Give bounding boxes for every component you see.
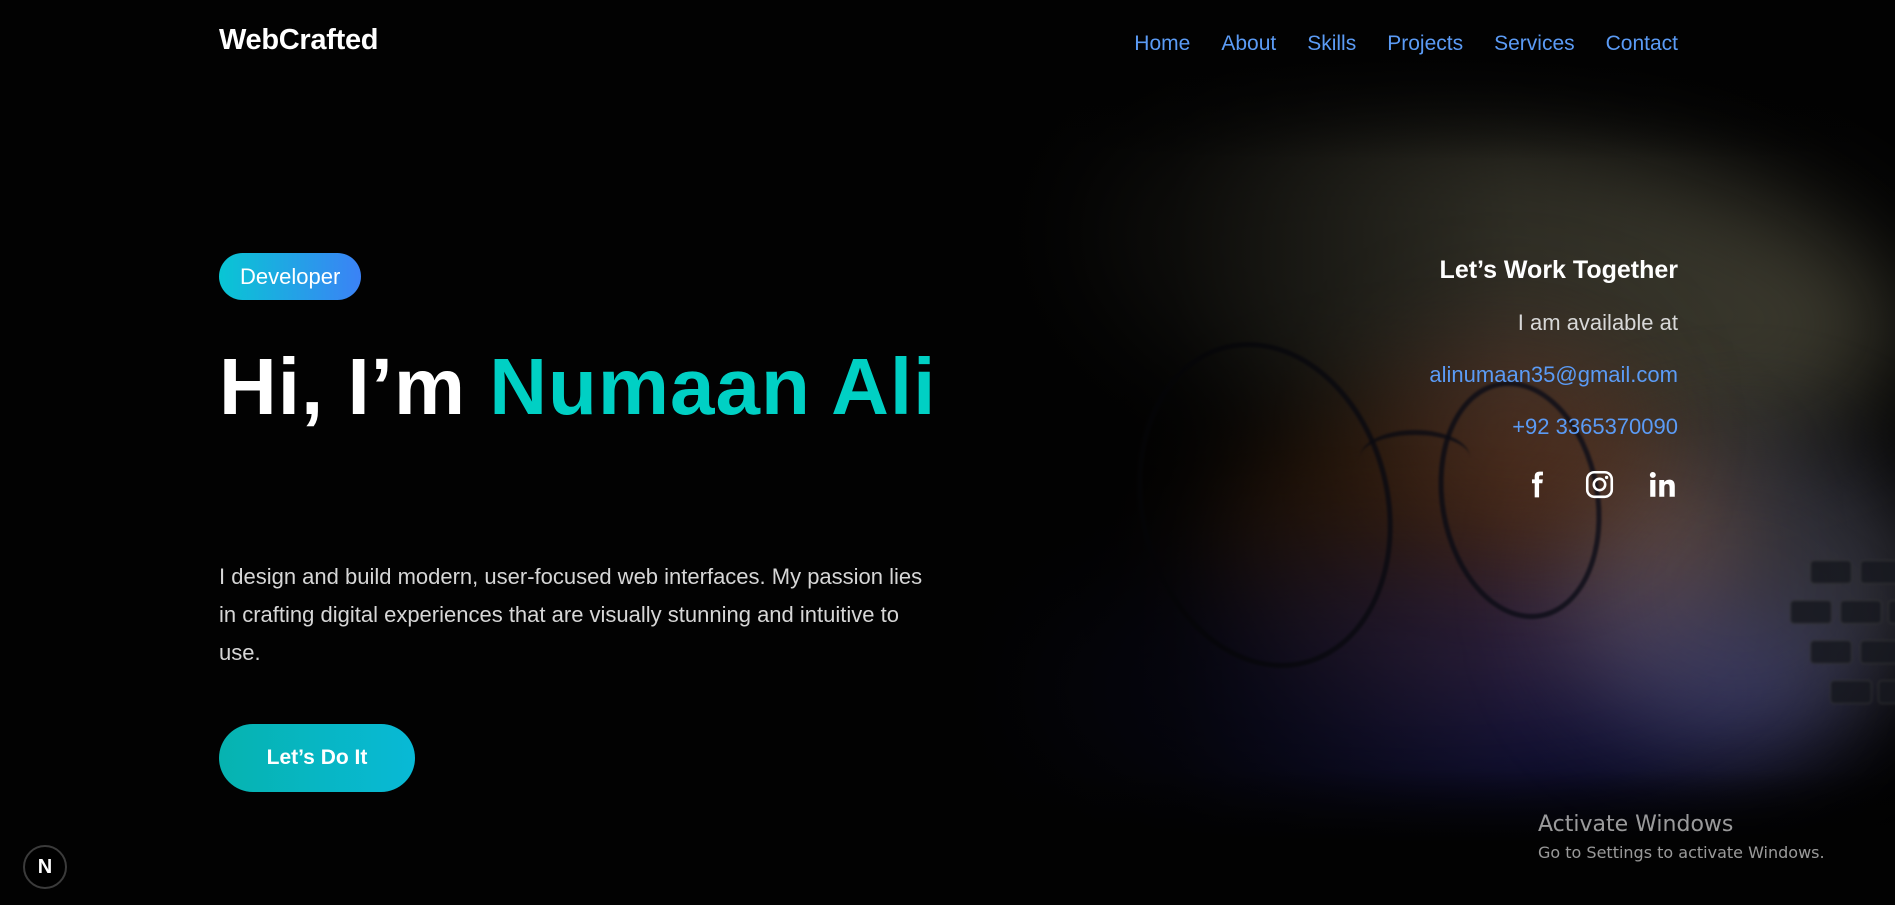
lets-do-it-button[interactable]: Let’s Do It [219,724,415,792]
hero-title: Hi, I’m Numaan Ali [219,338,939,435]
nav-about[interactable]: About [1221,32,1276,56]
hero-title-prefix: Hi, I’m [219,342,490,431]
nav-projects[interactable]: Projects [1387,32,1463,56]
watermark-title: Activate Windows [1538,812,1734,837]
main-nav: Home About Skills Projects Services Cont… [1134,32,1678,56]
watermark-subtitle: Go to Settings to activate Windows. [1538,843,1825,862]
contact-heading: Let’s Work Together [1439,256,1678,284]
linkedin-icon[interactable] [1647,469,1678,500]
instagram-icon[interactable] [1584,469,1615,500]
email-link[interactable]: alinumaan35@gmail.com [1429,362,1678,388]
nav-skills[interactable]: Skills [1307,32,1356,56]
availability-text: I am available at [1517,310,1678,335]
nav-home[interactable]: Home [1134,32,1190,56]
nextjs-dev-indicator[interactable]: N [23,845,67,889]
phone-link[interactable]: +92 3365370090 [1512,414,1678,440]
nav-contact[interactable]: Contact [1606,32,1678,56]
nav-services[interactable]: Services [1494,32,1575,56]
role-badge: Developer [219,253,362,300]
facebook-icon[interactable] [1521,469,1552,500]
site-logo[interactable]: WebCrafted [219,24,379,57]
social-links [1521,469,1678,500]
windows-activation-watermark: Activate Windows Go to Settings to activ… [1538,812,1825,862]
hero-description: I design and build modern, user-focused … [219,564,923,665]
hero-title-name: Numaan Ali [489,342,937,431]
